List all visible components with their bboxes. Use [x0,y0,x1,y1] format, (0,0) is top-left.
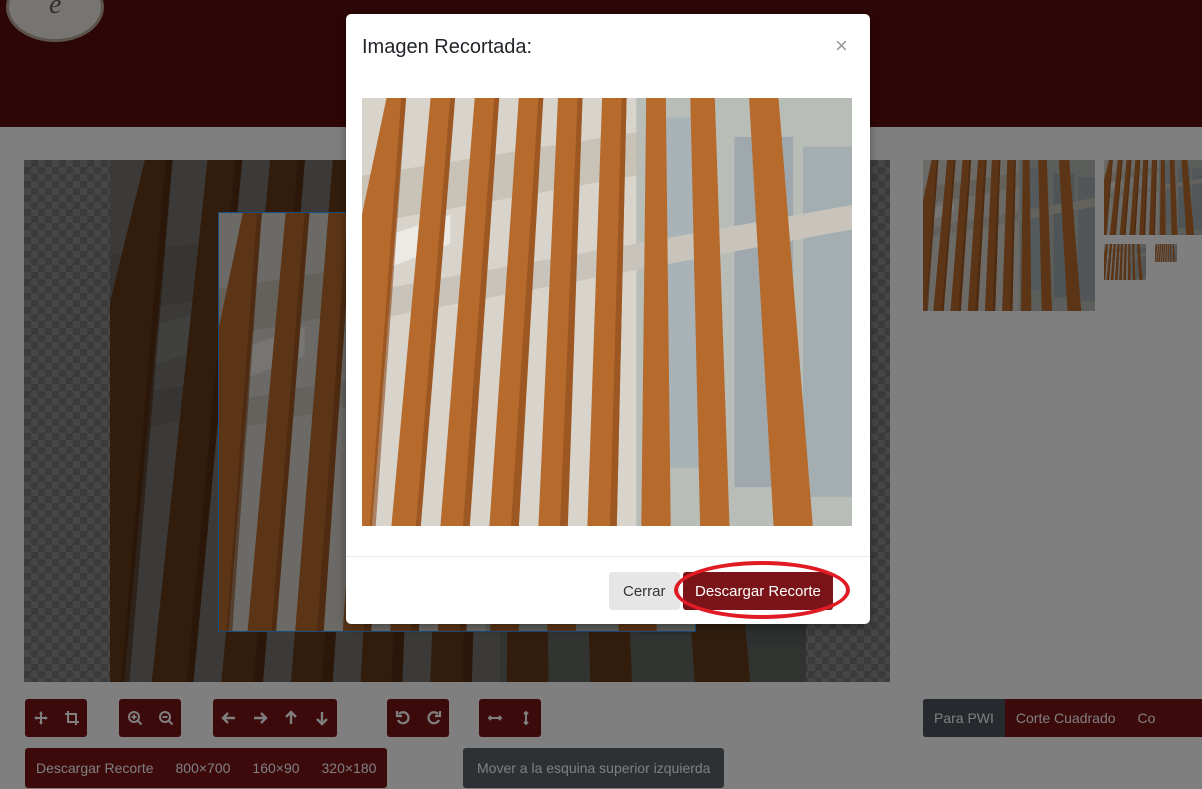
modal-footer-divider [346,556,870,557]
download-crop-modal-button[interactable]: Descargar Recorte [683,572,833,610]
close-icon[interactable]: × [835,35,848,57]
cropped-image [362,98,852,526]
close-button[interactable]: Cerrar [609,572,680,610]
modal-title: Imagen Recortada: [362,36,533,58]
cropped-image-modal: Imagen Recortada: × Cerrar Descargar Rec… [346,14,870,624]
